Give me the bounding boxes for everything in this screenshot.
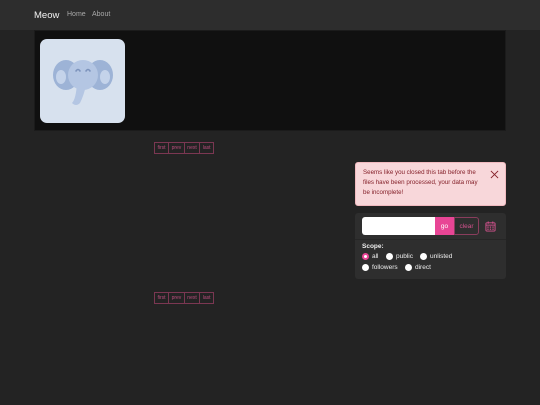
scope-option-label: all — [372, 253, 379, 260]
radio-all[interactable] — [362, 253, 369, 260]
navbar: Meow Home About — [0, 0, 540, 30]
pager-next[interactable]: next — [183, 292, 201, 304]
calendar-icon[interactable] — [485, 221, 496, 232]
radio-public[interactable] — [386, 253, 393, 260]
divider — [355, 239, 506, 240]
radio-followers[interactable] — [362, 264, 369, 271]
scope-option-unlisted[interactable]: unlisted — [420, 253, 452, 260]
pager-last[interactable]: last — [199, 142, 215, 154]
clear-button[interactable]: clear — [454, 217, 479, 235]
pager-next[interactable]: next — [183, 142, 201, 154]
pagination-bottom: first prev next last — [154, 292, 215, 304]
pager-first[interactable]: first — [154, 292, 170, 304]
search-row: go clear — [355, 213, 506, 239]
radio-direct[interactable] — [405, 264, 412, 271]
pager-prev[interactable]: prev — [168, 142, 185, 154]
brand[interactable]: Meow — [34, 10, 59, 21]
scope-label: Scope: — [362, 243, 384, 250]
pager-last[interactable]: last — [199, 292, 215, 304]
warning-alert: Seems like you closed this tab before th… — [355, 162, 506, 206]
go-button[interactable]: go — [435, 217, 454, 235]
profile-header — [34, 30, 506, 131]
nav-link-home[interactable]: Home — [67, 11, 86, 18]
scope-option-label: direct — [415, 264, 431, 271]
pager-prev[interactable]: prev — [168, 292, 185, 304]
scope-option-direct[interactable]: direct — [405, 264, 431, 271]
avatar — [40, 39, 125, 123]
pagination-top: first prev next last — [154, 142, 215, 154]
close-icon[interactable] — [490, 170, 499, 179]
search-input[interactable] — [362, 217, 435, 235]
scope-option-all[interactable]: all — [362, 253, 379, 260]
scope-option-label: followers — [372, 264, 398, 271]
scope-option-label: unlisted — [430, 253, 453, 260]
radio-unlisted[interactable] — [420, 253, 427, 260]
alert-message: Seems like you closed this tab before th… — [363, 169, 478, 196]
scope-option-label: public — [396, 253, 413, 260]
pager-first[interactable]: first — [154, 142, 170, 154]
scope-option-public[interactable]: public — [386, 253, 413, 260]
elephant-icon — [52, 60, 113, 105]
scope-option-followers[interactable]: followers — [362, 264, 398, 271]
nav-link-about[interactable]: About — [92, 11, 110, 18]
